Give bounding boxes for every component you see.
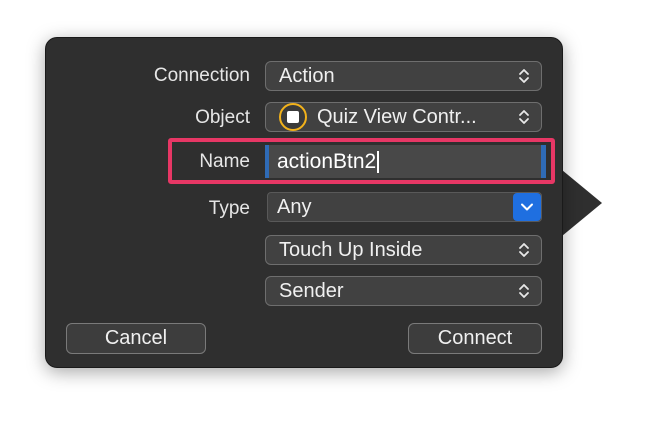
- object-popup[interactable]: Quiz View Contr...: [265, 102, 542, 132]
- connection-label: Connection: [153, 65, 250, 86]
- canvas: Connection Action Object Quiz View Contr…: [0, 0, 648, 422]
- up-down-chevron-icon: [513, 277, 535, 305]
- type-value: Any: [277, 195, 312, 218]
- event-value: Touch Up Inside: [279, 238, 423, 261]
- up-down-chevron-icon: [513, 103, 535, 131]
- object-label: Object: [195, 107, 250, 128]
- object-value: Quiz View Contr...: [317, 105, 477, 128]
- connection-value: Action: [279, 64, 335, 87]
- popover-arrow: [562, 170, 602, 236]
- arguments-value: Sender: [279, 279, 344, 302]
- type-combo-box[interactable]: Any: [267, 192, 542, 222]
- up-down-chevron-icon: [513, 62, 535, 90]
- event-popup[interactable]: Touch Up Inside: [265, 235, 542, 265]
- name-highlight-box: [168, 138, 555, 184]
- cancel-button[interactable]: Cancel: [66, 323, 206, 354]
- connect-button[interactable]: Connect: [408, 323, 542, 354]
- chevron-down-icon[interactable]: [513, 193, 541, 221]
- type-label: Type: [208, 198, 250, 219]
- up-down-chevron-icon: [513, 236, 535, 264]
- arguments-popup[interactable]: Sender: [265, 276, 542, 306]
- view-controller-icon: [279, 103, 307, 131]
- connection-popup[interactable]: Action: [265, 61, 542, 91]
